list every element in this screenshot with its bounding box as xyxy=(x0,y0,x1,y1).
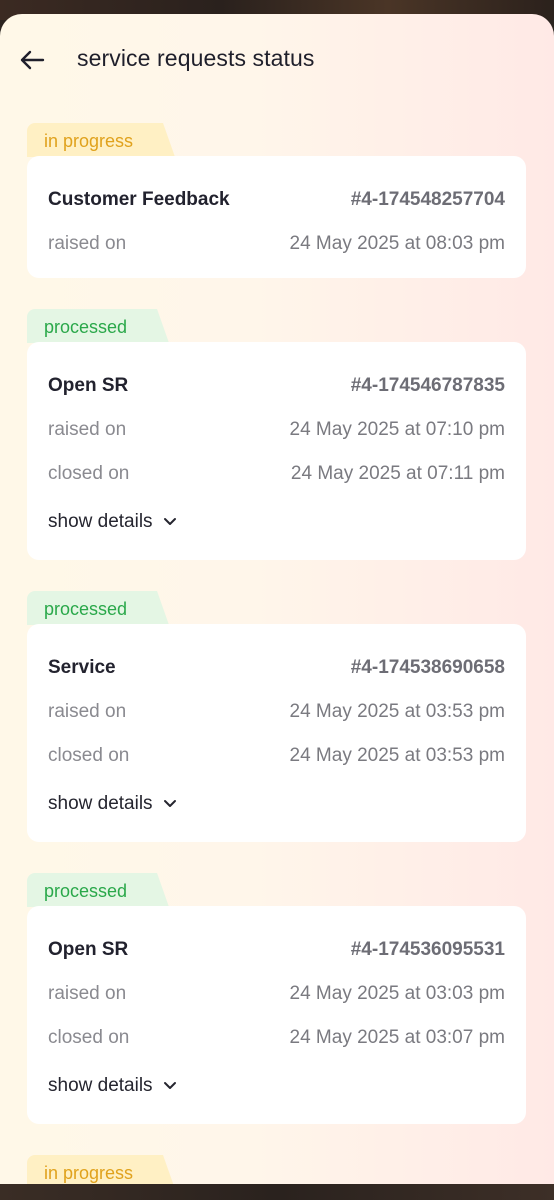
request-name: Open SR xyxy=(48,939,129,960)
arrow-left-icon xyxy=(20,50,45,70)
page-title: service requests status xyxy=(77,45,315,71)
service-request-item: processed Service #4-174538690658 raised… xyxy=(27,591,526,842)
raised-on-value: 24 May 2025 at 08:03 pm xyxy=(289,233,505,254)
chevron-down-icon xyxy=(163,1081,177,1091)
status-badge: in progress xyxy=(27,123,176,157)
raised-on-label: raised on xyxy=(48,233,127,254)
header: service requests status xyxy=(0,32,554,88)
closed-on-value: 24 May 2025 at 03:53 pm xyxy=(289,745,505,766)
closed-on-label: closed on xyxy=(48,745,130,766)
chevron-down-icon xyxy=(163,517,177,527)
service-request-item: processed Open SR #4-174536095531 raised… xyxy=(27,873,526,1124)
request-id: #4-174548257704 xyxy=(350,189,505,210)
raised-on-label: raised on xyxy=(48,419,127,440)
request-id: #4-174546787835 xyxy=(350,375,505,396)
status-badge: processed xyxy=(27,309,170,343)
show-details-label: show details xyxy=(48,511,153,532)
request-name: Customer Feedback xyxy=(48,189,230,210)
request-name: Open SR xyxy=(48,375,129,396)
service-request-item: in progress xyxy=(27,1155,526,1186)
show-details-label: show details xyxy=(48,793,153,814)
raised-on-value: 24 May 2025 at 07:10 pm xyxy=(289,419,505,440)
service-request-item: in progress Customer Feedback #4-1745482… xyxy=(27,123,526,278)
closed-on-label: closed on xyxy=(48,1027,130,1048)
closed-on-value: 24 May 2025 at 03:07 pm xyxy=(289,1027,505,1048)
closed-on-label: closed on xyxy=(48,463,130,484)
raised-on-value: 24 May 2025 at 03:03 pm xyxy=(289,983,505,1004)
request-name: Service xyxy=(48,657,116,678)
service-request-item: processed Open SR #4-174546787835 raised… xyxy=(27,309,526,560)
closed-on-value: 24 May 2025 at 07:11 pm xyxy=(290,463,505,484)
show-details-toggle[interactable]: show details xyxy=(48,1060,505,1112)
chevron-down-icon xyxy=(163,799,177,809)
status-badge: processed xyxy=(27,591,170,625)
raised-on-label: raised on xyxy=(48,701,127,722)
show-details-toggle[interactable]: show details xyxy=(48,496,505,548)
service-request-list: in progress Customer Feedback #4-1745482… xyxy=(27,123,526,1186)
back-button[interactable] xyxy=(14,42,50,78)
background-photo-bottom xyxy=(0,1184,554,1200)
request-id: #4-174536095531 xyxy=(350,939,505,960)
raised-on-label: raised on xyxy=(48,983,127,1004)
service-requests-sheet: service requests status in progress Cust… xyxy=(0,14,554,1186)
show-details-label: show details xyxy=(48,1075,153,1096)
request-card: Service #4-174538690658 raised on 24 May… xyxy=(27,624,526,842)
status-badge: in progress xyxy=(27,1155,176,1186)
request-card: Open SR #4-174546787835 raised on 24 May… xyxy=(27,342,526,560)
request-card[interactable]: Customer Feedback #4-174548257704 raised… xyxy=(27,156,526,278)
status-badge: processed xyxy=(27,873,170,907)
request-id: #4-174538690658 xyxy=(350,657,505,678)
request-card: Open SR #4-174536095531 raised on 24 May… xyxy=(27,906,526,1124)
show-details-toggle[interactable]: show details xyxy=(48,778,505,830)
raised-on-value: 24 May 2025 at 03:53 pm xyxy=(289,701,505,722)
